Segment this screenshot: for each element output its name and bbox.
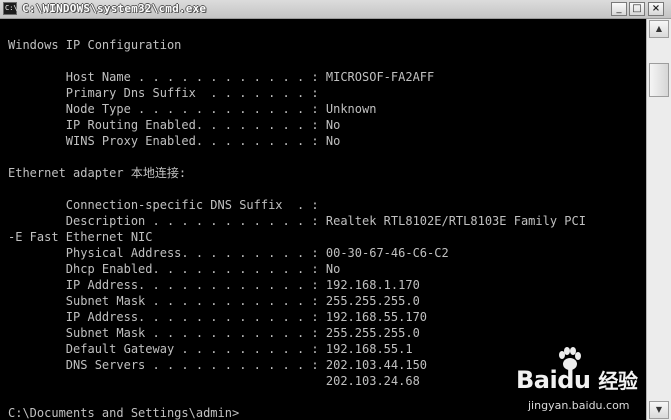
minimize-button[interactable]: _ [611, 2, 627, 16]
console-line: IP Address. . . . . . . . . . . . : 192.… [8, 278, 420, 292]
console-line: -E Fast Ethernet NIC [8, 230, 153, 244]
console-line: Node Type . . . . . . . . . . . . : Unkn… [8, 102, 377, 116]
watermark-brand-1: Bai [516, 366, 558, 394]
command-prompt[interactable]: C:\Documents and Settings\admin> [8, 405, 239, 420]
scroll-up-button[interactable]: ▲ [649, 20, 669, 38]
cmd-window: C:\ C:\WINDOWS\system32\cmd.exe _ □ × Wi… [0, 0, 671, 420]
watermark-url: jingyan.baidu.com [528, 399, 630, 412]
console-line: Subnet Mask . . . . . . . . . . . : 255.… [8, 294, 420, 308]
console-line: Default Gateway . . . . . . . . . : 192.… [8, 342, 413, 356]
title-bar[interactable]: C:\ C:\WINDOWS\system32\cmd.exe _ □ × [0, 0, 671, 19]
console-line: IP Address. . . . . . . . . . . . : 192.… [8, 310, 428, 324]
watermark-logo-text: Baidu 经验 [516, 365, 638, 394]
console-icon[interactable]: C:\ [3, 2, 18, 15]
console-line: Physical Address. . . . . . . . . : 00-3… [8, 246, 449, 260]
console-line: Description . . . . . . . . . . . : Real… [8, 214, 586, 228]
console-line: IP Routing Enabled. . . . . . . . : No [8, 118, 341, 132]
scroll-thumb[interactable] [649, 63, 669, 97]
console-line: Primary Dns Suffix . . . . . . . : [8, 86, 319, 100]
console-line: Connection-specific DNS Suffix . : [8, 198, 319, 212]
watermark-product: 经验 [598, 369, 638, 393]
console-line: Host Name . . . . . . . . . . . . : MICR… [8, 70, 435, 84]
window-title: C:\WINDOWS\system32\cmd.exe [22, 2, 207, 15]
console-line: WINS Proxy Enabled. . . . . . . . : No [8, 134, 341, 148]
console-line: Windows IP Configuration [8, 38, 182, 52]
console-line: Subnet Mask . . . . . . . . . . . : 255.… [8, 326, 420, 340]
baidu-jingyan-watermark: Baidu 经验 jingyan.baidu.com [508, 345, 668, 417]
close-button[interactable]: × [648, 2, 664, 16]
console-line: DNS Servers . . . . . . . . . . . : 202.… [8, 358, 428, 372]
watermark-brand-2: du [557, 366, 591, 394]
maximize-button[interactable]: □ [629, 2, 645, 16]
console-line: Dhcp Enabled. . . . . . . . . . . : No [8, 262, 341, 276]
console-line: Ethernet adapter 本地连接: [8, 166, 187, 180]
console-line: 202.103.24.68 [8, 374, 420, 388]
